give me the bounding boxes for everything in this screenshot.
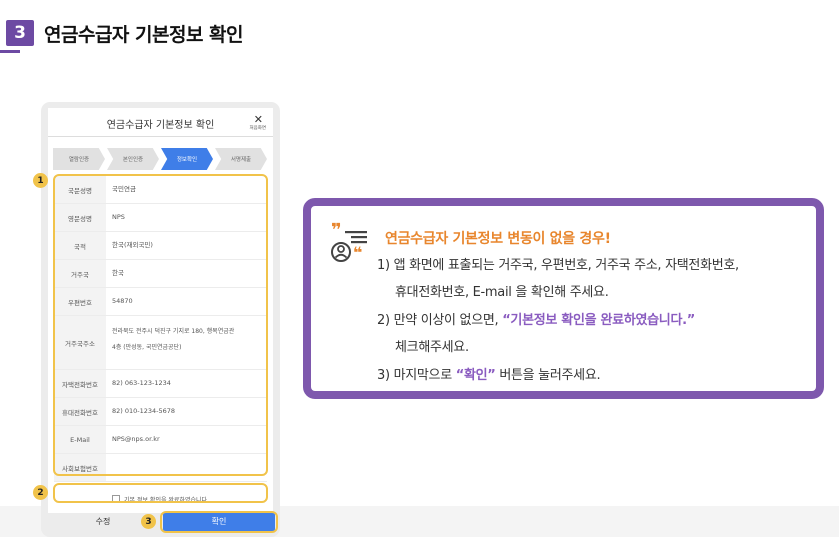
marker-2: 2: [33, 485, 48, 500]
callout-line-3: 2) 만약 이상이 없으면, “기본정보 확인을 완료하였습니다.”: [377, 309, 695, 328]
section-underline: [0, 50, 20, 53]
step-4: 서명제출: [215, 148, 267, 170]
callout-line-4: 체크해주세요.: [395, 340, 469, 355]
step-3-active: 정보확인: [161, 148, 213, 170]
highlight-agree-checkbox: [53, 483, 268, 503]
svg-text:❞: ❞: [331, 222, 342, 241]
callout-line-1: 1) 앱 화면에 표출되는 거주국, 우편번호, 거주국 주소, 자택전화번호,: [377, 258, 739, 273]
marker-3: 3: [141, 514, 156, 529]
step-2: 본인인증: [107, 148, 159, 170]
highlight-confirm-button: [160, 511, 278, 533]
screen-title: 연금수급자 기본정보 확인: [106, 120, 215, 131]
callout-line-3-text: 2) 만약 이상이 없으면,: [377, 313, 503, 328]
section-title: 연금수급자 기본정보 확인: [44, 23, 244, 46]
close-icon[interactable]: ✕: [254, 114, 263, 125]
progress-steps: 열람인증 본인인증 정보확인 서명제출: [53, 148, 268, 170]
callout-line-3-highlight: “기본정보 확인을 완료하였습니다.”: [502, 313, 696, 328]
callout-line-5: 3) 마지막으로 “확인” 버튼을 눌러주세요.: [377, 364, 601, 383]
title-divider: [48, 136, 273, 137]
instruction-callout: ❞ ❝ 연금수급자 기본정보 변동이 없을 경우! 1) 앱 화면에 표출되는 …: [303, 198, 824, 399]
section-header: 3 연금수급자 기본정보 확인: [6, 18, 244, 48]
close-label: 처음화면: [249, 126, 266, 131]
svg-text:❝: ❝: [353, 243, 362, 262]
callout-line-2: 휴대전화번호, E-mail 을 확인해 주세요.: [395, 285, 609, 300]
callout-line-5-text: 3) 마지막으로: [377, 368, 456, 383]
callout-heading: 연금수급자 기본정보 변동이 없을 경우!: [385, 231, 611, 247]
step-1: 열람인증: [53, 148, 105, 170]
callout-line-5-highlight: “확인”: [455, 368, 496, 383]
section-number-badge: 3: [6, 20, 34, 46]
callout-line-5-tail: 버튼을 눌러주세요.: [495, 368, 601, 383]
speech-quote-icon: ❞ ❝: [331, 222, 367, 262]
marker-1: 1: [33, 173, 48, 188]
highlight-info-fields: [53, 174, 268, 476]
